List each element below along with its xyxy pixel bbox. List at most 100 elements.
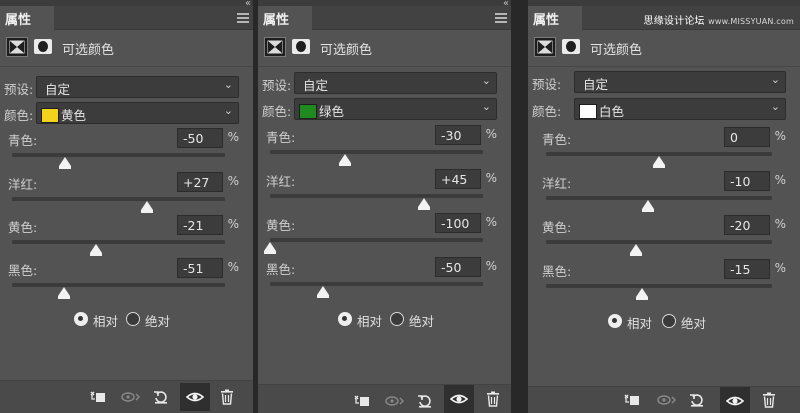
slider-label: 洋红: <box>8 177 38 192</box>
slider-track[interactable] <box>546 196 772 200</box>
tab-properties[interactable]: 属性 <box>0 6 54 30</box>
slider-track[interactable] <box>270 282 483 286</box>
color-select[interactable]: 白色 ⌄ <box>574 98 786 120</box>
slider-value-input[interactable]: -50 <box>177 128 223 148</box>
toggle-visibility-button[interactable] <box>180 383 210 411</box>
trash-icon <box>487 391 499 407</box>
slider-value-input[interactable]: -100 <box>435 213 481 233</box>
slider-track[interactable] <box>546 284 772 288</box>
preset-label: 预设: <box>262 78 292 93</box>
slider-value-input[interactable]: -20 <box>724 215 770 235</box>
method-radio-group: 相对 绝对 <box>258 310 511 330</box>
adjustment-title: 可选颜色 <box>590 43 643 58</box>
radio-dot <box>390 312 404 326</box>
slider-value-input[interactable]: +27 <box>177 172 223 192</box>
radio-dot <box>662 314 676 328</box>
slider-track[interactable] <box>12 153 225 157</box>
radio-label: 绝对 <box>145 314 171 329</box>
view-previous-state-button[interactable] <box>118 386 142 408</box>
panel-footer <box>528 386 800 413</box>
slider-yellow: 黄色: -100 % <box>262 213 503 257</box>
color-swatch <box>299 104 317 119</box>
delete-button[interactable] <box>482 388 506 410</box>
radio-label: 相对 <box>627 316 653 331</box>
layer-mask-icon[interactable] <box>562 39 580 54</box>
slider-track[interactable] <box>270 194 483 198</box>
slider-magenta: 洋红: -10 % <box>532 171 792 215</box>
slider-track[interactable] <box>12 197 225 201</box>
chevron-down-icon: ⌄ <box>481 74 491 87</box>
panel-menu-icon[interactable] <box>495 13 507 25</box>
reset-icon <box>154 391 167 404</box>
eye-previous-icon <box>385 396 404 406</box>
slider-track[interactable] <box>270 238 483 242</box>
method-radio-group: 相对 绝对 <box>0 310 253 330</box>
view-previous-state-button[interactable] <box>382 390 406 412</box>
radio-label: 绝对 <box>409 314 435 329</box>
radio-dot <box>74 312 88 326</box>
adjustment-layer-icon[interactable] <box>264 37 286 57</box>
slider-value-input[interactable]: -10 <box>724 171 770 191</box>
slider-value-input[interactable]: -15 <box>724 259 770 279</box>
color-select[interactable]: 黄色 ⌄ <box>36 102 239 124</box>
percent-unit: % <box>485 171 497 185</box>
tab-properties[interactable]: 属性 <box>258 6 312 30</box>
adjustment-header: 可选颜色 <box>534 34 794 60</box>
preset-value: 自定 <box>583 77 609 92</box>
slider-label: 黄色: <box>266 218 296 233</box>
view-previous-state-button[interactable] <box>654 389 678 411</box>
radio-dot <box>338 312 352 326</box>
slider-value-input[interactable]: +45 <box>435 169 481 189</box>
slider-value-input[interactable]: -50 <box>435 257 481 277</box>
toggle-visibility-button[interactable] <box>444 385 474 413</box>
reset-button[interactable] <box>150 386 174 408</box>
preset-select[interactable]: 自定 ⌄ <box>36 76 239 98</box>
delete-button[interactable] <box>758 389 782 411</box>
eye-icon <box>726 396 744 406</box>
slider-magenta: 洋红: +27 % <box>4 172 245 216</box>
percent-unit: % <box>227 174 239 188</box>
layer-mask-icon[interactable] <box>34 39 52 54</box>
clip-to-layer-button[interactable] <box>86 386 110 408</box>
preset-select[interactable]: 自定 ⌄ <box>294 72 497 94</box>
slider-value-input[interactable]: -30 <box>435 125 481 145</box>
reset-button[interactable] <box>414 390 438 412</box>
panel-menu-icon[interactable] <box>237 13 249 25</box>
toggle-visibility-button[interactable] <box>720 387 750 413</box>
preset-label: 预设: <box>4 82 34 97</box>
watermark: 思缘设计论坛 www.MISSYUAN.com <box>644 12 794 27</box>
slider-value-input[interactable]: -51 <box>177 258 223 278</box>
divider <box>528 66 800 67</box>
color-value: 绿色 <box>319 104 345 119</box>
layer-mask-icon[interactable] <box>292 39 310 54</box>
slider-track[interactable] <box>12 240 225 244</box>
adjustment-layer-icon[interactable] <box>534 37 556 57</box>
method-radio-group: 相对 绝对 <box>528 312 800 332</box>
delete-button[interactable] <box>216 386 240 408</box>
clip-to-layer-button[interactable] <box>350 390 374 412</box>
slider-value-input[interactable]: -21 <box>177 215 223 235</box>
tab-properties[interactable]: 属性 <box>528 6 582 30</box>
slider-track[interactable] <box>546 240 772 244</box>
slider-black: 黑色: -15 % <box>532 259 792 303</box>
slider-label: 洋红: <box>266 174 296 189</box>
color-swatch <box>579 104 597 119</box>
percent-unit: % <box>485 259 497 273</box>
reset-button[interactable] <box>686 389 710 411</box>
percent-unit: % <box>774 129 786 143</box>
preset-select[interactable]: 自定 ⌄ <box>574 71 786 93</box>
adjustment-layer-icon[interactable] <box>6 37 28 57</box>
slider-track[interactable] <box>12 283 225 287</box>
slider-label: 洋红: <box>542 176 572 191</box>
divider <box>258 66 511 67</box>
percent-unit: % <box>227 217 239 231</box>
slider-value-input[interactable]: 0 <box>724 127 770 147</box>
slider-black: 黑色: -50 % <box>262 257 503 301</box>
properties-panel-3: 属性 思缘设计论坛 www.MISSYUAN.com 可选颜色 预设: 自定 ⌄… <box>528 0 800 413</box>
slider-track[interactable] <box>270 150 483 154</box>
percent-unit: % <box>227 130 239 144</box>
preset-value: 自定 <box>303 78 329 93</box>
clip-to-layer-button[interactable] <box>620 389 644 411</box>
color-select[interactable]: 绿色 ⌄ <box>294 98 497 120</box>
adjustment-header: 可选颜色 <box>264 34 505 60</box>
